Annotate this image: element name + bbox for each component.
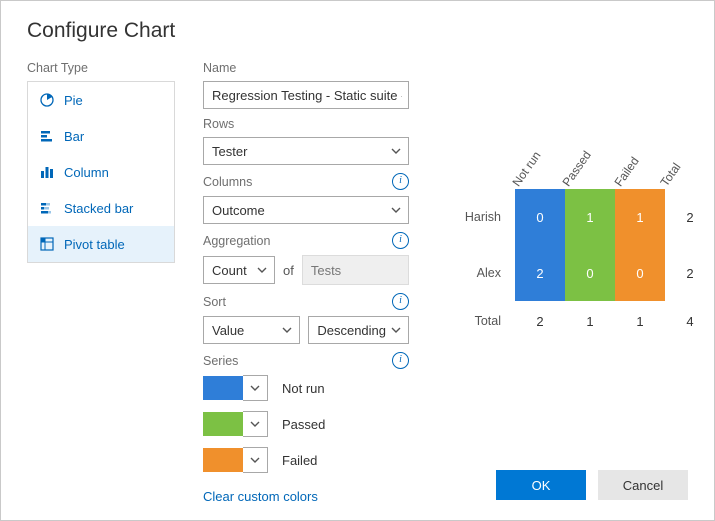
pivot-cell: 2 — [665, 189, 715, 245]
aggregation-target: Tests — [302, 255, 409, 285]
pivot-row-header: Alex — [447, 266, 515, 280]
columns-select[interactable]: Outcome — [203, 196, 409, 224]
pivot-cell: 2 — [515, 245, 565, 301]
color-swatch — [203, 448, 243, 472]
sort-label: Sort — [203, 295, 226, 309]
chart-type-label-text: Column — [64, 165, 109, 180]
chart-type-panel: Chart Type Pie Bar — [27, 61, 175, 512]
name-label: Name — [203, 61, 409, 75]
series-color-select[interactable] — [203, 411, 268, 437]
chevron-down-icon — [390, 324, 402, 336]
pivot-cell: 0 — [515, 189, 565, 245]
pivot-row: Harish0112 — [447, 189, 715, 245]
pivot-cell: 2 — [665, 245, 715, 301]
pivot-row-header: Total — [447, 314, 515, 328]
series-color-select[interactable] — [203, 375, 268, 401]
pivot-cell: 4 — [665, 301, 715, 341]
info-icon[interactable]: i — [392, 232, 409, 249]
chevron-down-icon — [243, 447, 268, 473]
clear-custom-colors-link[interactable]: Clear custom colors — [203, 489, 318, 504]
pivot-cell: 2 — [515, 301, 565, 341]
aggregation-of-text: of — [283, 263, 294, 278]
pivot-row-header: Harish — [447, 210, 515, 224]
pivot-col-header: Failed — [612, 154, 642, 189]
chart-type-label: Chart Type — [27, 61, 175, 75]
pivot-cell: 0 — [565, 245, 615, 301]
pivot-table-preview: Not runPassedFailedTotalHarish0112Alex20… — [447, 129, 715, 341]
pivot-col-header: Passed — [560, 148, 594, 189]
chevron-down-icon — [256, 264, 268, 276]
series-name: Failed — [282, 453, 317, 468]
sort-by-select[interactable]: Value — [203, 316, 300, 344]
chevron-down-icon — [243, 411, 268, 437]
chart-type-pie[interactable]: Pie — [28, 82, 174, 118]
stacked-bar-icon — [40, 201, 54, 215]
pivot-row: Total2114 — [447, 301, 715, 341]
sort-dir-select[interactable]: Descending — [308, 316, 409, 344]
series-row: Failed — [203, 447, 409, 473]
pie-icon — [40, 93, 54, 107]
rows-label: Rows — [203, 117, 409, 131]
pivot-cell: 1 — [615, 189, 665, 245]
chart-type-label-text: Stacked bar — [64, 201, 133, 216]
pivot-col-header: Total — [658, 160, 684, 189]
chevron-down-icon — [390, 204, 402, 216]
configure-chart-dialog: Configure Chart Chart Type Pie Bar — [0, 0, 715, 521]
chart-type-label-text: Pie — [64, 93, 83, 108]
color-swatch — [203, 412, 243, 436]
color-swatch — [203, 376, 243, 400]
info-icon[interactable]: i — [392, 293, 409, 310]
pivot-row: Alex2002 — [447, 245, 715, 301]
pivot-cell: 0 — [615, 245, 665, 301]
ok-button[interactable]: OK — [496, 470, 586, 500]
pivot-col-header: Not run — [510, 149, 544, 189]
info-icon[interactable]: i — [392, 352, 409, 369]
chart-type-bar[interactable]: Bar — [28, 118, 174, 154]
pivot-table-icon — [40, 237, 54, 251]
chart-type-label-text: Bar — [64, 129, 84, 144]
chart-preview: Not runPassedFailedTotalHarish0112Alex20… — [437, 61, 715, 512]
series-color-select[interactable] — [203, 447, 268, 473]
series-name: Passed — [282, 417, 325, 432]
bar-icon — [40, 129, 54, 143]
pivot-cell: 1 — [565, 189, 615, 245]
name-input[interactable] — [203, 81, 409, 109]
chevron-down-icon — [243, 375, 268, 401]
info-icon[interactable]: i — [392, 173, 409, 190]
pivot-cell: 1 — [565, 301, 615, 341]
pivot-cell: 1 — [615, 301, 665, 341]
aggregation-label: Aggregation — [203, 234, 270, 248]
chart-type-pivot-table[interactable]: Pivot table — [28, 226, 174, 262]
chart-type-label-text: Pivot table — [64, 237, 125, 252]
rows-select[interactable]: Tester — [203, 137, 409, 165]
chevron-down-icon — [281, 324, 293, 336]
chart-type-stacked-bar[interactable]: Stacked bar — [28, 190, 174, 226]
series-row: Not run — [203, 375, 409, 401]
config-form: Name Rows Tester Columns i Outcome Aggreg… — [203, 61, 409, 512]
chart-type-column[interactable]: Column — [28, 154, 174, 190]
series-row: Passed — [203, 411, 409, 437]
series-name: Not run — [282, 381, 325, 396]
chart-type-list: Pie Bar Column — [27, 81, 175, 263]
column-icon — [40, 165, 54, 179]
series-label: Series — [203, 354, 238, 368]
dialog-title: Configure Chart — [27, 19, 688, 43]
columns-label: Columns — [203, 175, 252, 189]
chevron-down-icon — [390, 145, 402, 157]
aggregation-select[interactable]: Count — [203, 256, 275, 284]
cancel-button[interactable]: Cancel — [598, 470, 688, 500]
